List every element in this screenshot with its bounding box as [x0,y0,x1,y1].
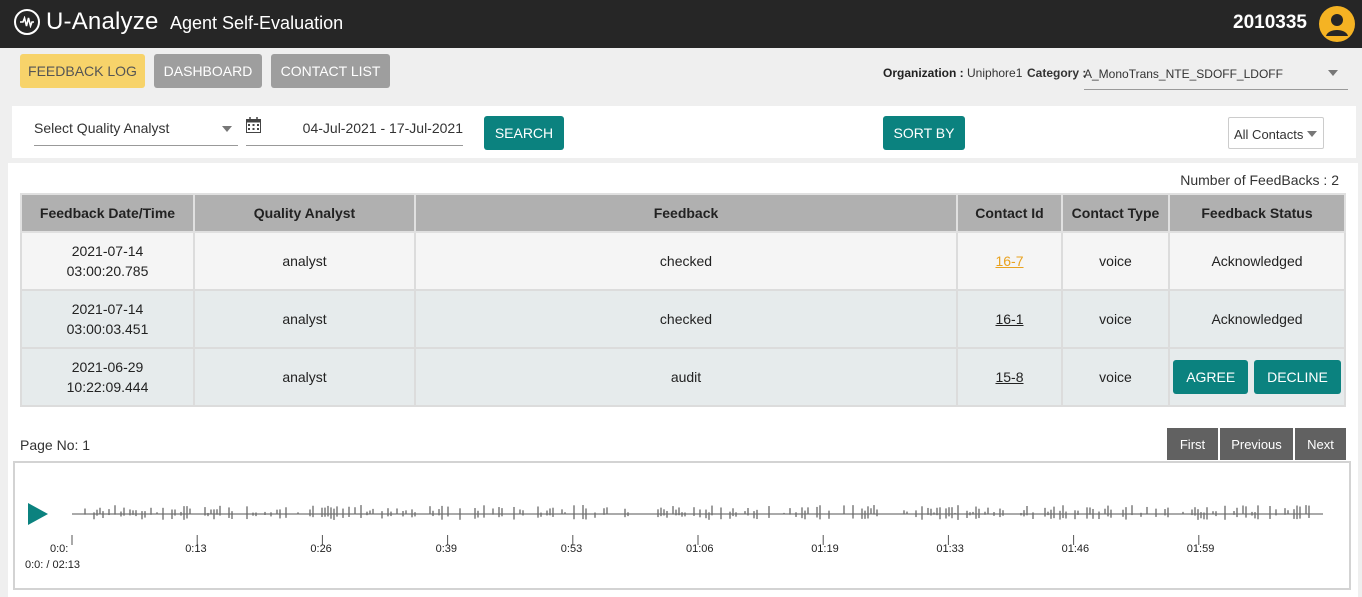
quality-analyst-placeholder: Select Quality Analyst [34,120,170,136]
tab-contact-list[interactable]: CONTACT LIST [271,54,390,88]
contact-id-link[interactable]: 16-1 [995,311,1023,327]
column-header[interactable]: Quality Analyst [193,193,416,233]
organization-label: Organization : [883,66,964,80]
user-id: 2010335 [1233,12,1307,33]
contact-id-cell: 15-8 [956,347,1063,407]
date-range-input[interactable]: 04-Jul-2021 - 17-Jul-2021 [246,114,463,146]
first-page-button[interactable]: First [1167,428,1218,460]
feedback-table: Feedback Date/Time Quality Analyst Feedb… [20,193,1346,407]
chevron-down-icon [1328,70,1338,76]
feedback-count: Number of FeedBacks : 2 [1180,172,1339,188]
timeline-tick-label: 0:0: [50,543,69,555]
feedback-cell: checked [414,289,958,349]
timeline-tick-label: 01:59 [1186,543,1215,555]
app-title: Agent Self-Evaluation [170,13,344,33]
timeline-tick-label: 0:13 [185,543,207,555]
table-header-row: Feedback Date/Time Quality Analyst Feedb… [20,193,1346,233]
decline-button[interactable]: DECLINE [1254,360,1341,394]
status-cell: Acknowledged [1168,289,1346,349]
date-range-value: 04-Jul-2021 - 17-Jul-2021 [302,120,463,136]
organization-value: Uniphore1 [967,66,1023,80]
analyst-cell: analyst [193,231,416,291]
logo-text: U-Analyze [46,8,159,35]
calendar-icon[interactable] [246,117,261,138]
top-bar: U-Analyze Agent Self-Evaluation 2010335 [0,0,1362,48]
chevron-down-icon [1307,131,1317,137]
timeline-tick-label: 01:19 [811,543,839,555]
tab-dashboard[interactable]: DASHBOARD [154,54,262,88]
status-cell: AGREE DECLINE [1168,347,1346,407]
contacts-filter-value: All Contacts [1234,127,1304,142]
analyst-cell: analyst [193,289,416,349]
contact-id-link[interactable]: 16-7 [995,253,1023,269]
column-header[interactable]: Contact Type [1061,193,1170,233]
table-row: 2021-06-29 10:22:09.444 analyst audit 15… [20,347,1346,407]
feedback-date: 2021-07-14 [71,243,144,259]
page-number: Page No: 1 [20,437,91,453]
next-page-button[interactable]: Next [1295,428,1346,460]
audio-waveform[interactable] [15,463,1349,588]
timeline-tick-label: 01:33 [936,543,964,555]
timeline-tick-label: 01:06 [686,543,714,555]
contact-id-cell: 16-1 [956,289,1063,349]
feedback-cell: checked [414,231,958,291]
feedback-datetime-cell: 2021-06-29 10:22:09.444 [20,347,195,407]
feedback-date: 2021-06-29 [71,359,144,375]
tab-feedback-log[interactable]: FEEDBACK LOG [20,54,145,88]
feedback-date: 2021-07-14 [71,301,144,317]
chevron-down-icon [222,126,232,132]
feedback-time: 03:00:03.451 [66,321,149,337]
feedback-time: 03:00:20.785 [66,263,149,279]
table-row: 2021-07-14 03:00:20.785 analyst checked … [20,231,1346,291]
column-header[interactable]: Feedback Date/Time [20,193,195,233]
contact-id-cell: 16-7 [956,231,1063,291]
waveform-logo-icon [14,9,40,35]
timeline-tick-label: 01:46 [1061,543,1090,555]
category-select[interactable]: A_MonoTrans_NTE_SDOFF_LDOFF [1084,58,1348,90]
agree-button[interactable]: AGREE [1173,360,1249,394]
contact-type-cell: voice [1061,231,1170,291]
contact-id-link[interactable]: 15-8 [995,369,1023,385]
feedback-time: 10:22:09.444 [66,379,149,395]
contacts-filter-select[interactable]: All Contacts [1228,117,1324,149]
search-button[interactable]: SEARCH [484,116,564,150]
column-header[interactable]: Feedback [414,193,958,233]
analyst-cell: analyst [193,347,416,407]
category-value: A_MonoTrans_NTE_SDOFF_LDOFF [1084,67,1283,81]
category-label: Category : [1027,66,1087,80]
table-row: 2021-07-14 03:00:03.451 analyst checked … [20,289,1346,349]
user-avatar-icon[interactable] [1319,6,1355,42]
previous-page-button[interactable]: Previous [1220,428,1293,460]
timeline-tick-label: 0:26 [310,543,332,555]
column-header[interactable]: Contact Id [956,193,1063,233]
filter-bar: Select Quality Analyst 04-Jul-2021 - 17-… [12,106,1356,158]
sort-by-button[interactable]: SORT BY [883,116,965,150]
audio-player: 0:0: 0:13 0:26 0:39 0:53 01:06 01:19 01:33 01:46… [13,461,1351,590]
quality-analyst-select[interactable]: Select Quality Analyst [34,114,238,146]
playback-time: 0:0: / 02:13 [25,559,81,571]
feedback-panel: Number of FeedBacks : 2 Feedback Date/Ti… [8,163,1358,597]
contact-type-cell: voice [1061,347,1170,407]
status-cell: Acknowledged [1168,231,1346,291]
logo: U-Analyze [14,8,159,36]
contact-type-cell: voice [1061,289,1170,349]
feedback-cell: audit [414,347,958,407]
column-header[interactable]: Feedback Status [1168,193,1346,233]
feedback-datetime-cell: 2021-07-14 03:00:20.785 [20,231,195,291]
timeline-tick-label: 0:39 [435,543,458,555]
timeline-tick-label: 0:53 [560,543,583,555]
feedback-datetime-cell: 2021-07-14 03:00:03.451 [20,289,195,349]
organization-info: Organization : Uniphore1 [883,66,1022,80]
